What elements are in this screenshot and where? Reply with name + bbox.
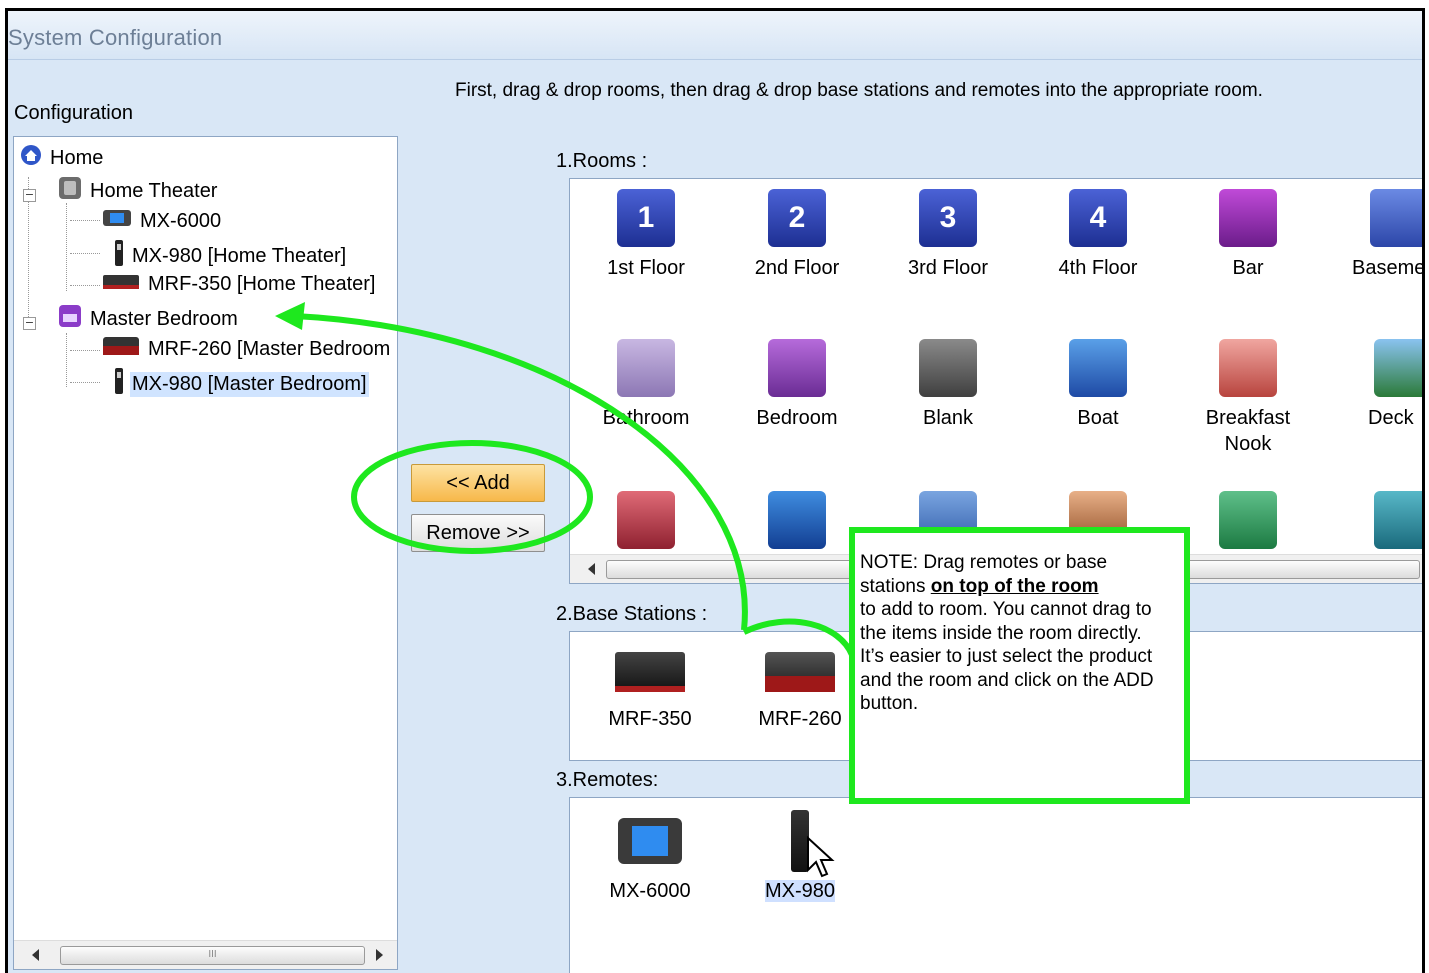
scroll-left-arrow-icon[interactable]	[588, 563, 595, 575]
mx-6000-device-icon	[102, 208, 132, 234]
rooms-panel[interactable]: 1 1st Floor 2 2nd Floor 3 3rd Floor 4 4t…	[569, 178, 1422, 584]
home-icon	[20, 144, 42, 172]
room-4th-floor[interactable]: 4 4th Floor	[1038, 189, 1158, 281]
room-basement[interactable]: Baseme	[1338, 189, 1422, 281]
mx-6000-device-icon	[618, 818, 682, 864]
room-blank[interactable]: Blank	[888, 339, 1008, 431]
scrollbar-thumb[interactable]: III	[60, 946, 365, 965]
collapse-home-theater-toggle[interactable]: −	[23, 189, 36, 202]
sofa-icon	[617, 491, 675, 549]
archway-icon	[1374, 491, 1422, 549]
remotes-panel[interactable]: MX-6000 MX-980	[569, 797, 1422, 973]
tree-node-mrf-260-master-bedroom[interactable]: MRF-260 [Master Bedroom	[102, 336, 392, 362]
mx-980-device-icon	[114, 368, 124, 400]
remotes-label: 3.Remotes:	[556, 769, 659, 791]
mrf-260-device-icon	[102, 336, 140, 362]
house-1-icon: 1	[617, 189, 675, 247]
room-1st-floor[interactable]: 1 1st Floor	[586, 189, 706, 281]
rooms-label: 1.Rooms :	[556, 150, 648, 172]
remote-mx-6000[interactable]: MX-6000	[590, 810, 710, 904]
fork-icon	[768, 491, 826, 549]
configuration-label: Configuration	[14, 102, 133, 124]
deck-railing-icon	[1374, 339, 1422, 397]
room-bathroom[interactable]: Bathroom	[586, 339, 706, 431]
system-configuration-window: System Configuration First, drag & drop …	[5, 8, 1425, 973]
tree-node-mrf-350-home-theater[interactable]: MRF-350 [Home Theater]	[102, 272, 378, 297]
remove-button[interactable]: Remove >>	[411, 514, 545, 552]
remote-mx-980[interactable]: MX-980	[740, 810, 860, 904]
tree-node-home-theater[interactable]: Home Theater	[58, 176, 219, 206]
room-icon-row3-5[interactable]	[1188, 491, 1308, 557]
cocktail-glass-icon	[1219, 189, 1277, 247]
configuration-tree[interactable]: Home − Home Theater MX-6000 MX-980 [Home…	[13, 136, 398, 970]
base-station-mrf-350[interactable]: MRF-350	[590, 640, 710, 732]
room-bar[interactable]: Bar	[1188, 189, 1308, 281]
tree-horizontal-scrollbar[interactable]: III	[14, 940, 397, 969]
room-2nd-floor[interactable]: 2 2nd Floor	[737, 189, 857, 281]
window-title: System Configuration	[8, 25, 223, 50]
home-theater-room-icon	[58, 176, 82, 206]
tree-node-mx-980-master-bedroom[interactable]: MX-980 [Master Bedroom]	[114, 368, 369, 400]
room-3rd-floor[interactable]: 3 3rd Floor	[888, 189, 1008, 281]
basement-icon	[1370, 189, 1422, 247]
mouse-pointer-icon	[807, 836, 835, 878]
title-bar: System Configuration	[8, 11, 1422, 60]
note-callout: NOTE: Drag remotes or base stations on t…	[849, 527, 1190, 804]
collapse-master-bedroom-toggle[interactable]: −	[23, 317, 36, 330]
blank-icon	[919, 339, 977, 397]
door-icon	[1219, 491, 1277, 549]
tree-node-home[interactable]: Home	[20, 144, 105, 172]
room-icon-row3-2[interactable]	[737, 491, 857, 557]
room-boat[interactable]: Boat	[1038, 339, 1158, 431]
bathtub-icon	[617, 339, 675, 397]
mx-980-device-icon	[114, 240, 124, 272]
base-station-mrf-260[interactable]: MRF-260	[740, 640, 860, 732]
bed-icon	[768, 339, 826, 397]
room-deck[interactable]: Deck	[1338, 339, 1422, 431]
breakfast-plate-icon	[1219, 339, 1277, 397]
note-emphasis: on top of the room	[930, 575, 1099, 597]
scroll-right-arrow-icon[interactable]	[376, 949, 383, 961]
tree-node-master-bedroom[interactable]: Master Bedroom	[58, 304, 240, 334]
mrf-260-device-icon	[765, 652, 835, 692]
scroll-left-arrow-icon[interactable]	[32, 949, 39, 961]
house-2-icon: 2	[768, 189, 826, 247]
room-icon-row3-6[interactable]	[1338, 491, 1422, 549]
ship-wheel-icon	[1069, 339, 1127, 397]
tree-node-mx-980-home-theater[interactable]: MX-980 [Home Theater]	[114, 240, 348, 272]
tree-node-mx-6000[interactable]: MX-6000	[102, 208, 223, 234]
room-icon-row3-1[interactable]	[586, 491, 706, 557]
instruction-text: First, drag & drop rooms, then drag & dr…	[455, 80, 1263, 101]
house-4-icon: 4	[1069, 189, 1127, 247]
mrf-350-device-icon	[102, 273, 140, 297]
mrf-350-device-icon	[615, 652, 685, 692]
add-button[interactable]: << Add	[411, 464, 545, 502]
base-stations-label: 2.Base Stations :	[556, 603, 708, 625]
house-3-icon: 3	[919, 189, 977, 247]
room-bedroom[interactable]: Bedroom	[737, 339, 857, 431]
bedroom-room-icon	[58, 304, 82, 334]
room-breakfast-nook[interactable]: Breakfast Nook	[1188, 339, 1308, 457]
